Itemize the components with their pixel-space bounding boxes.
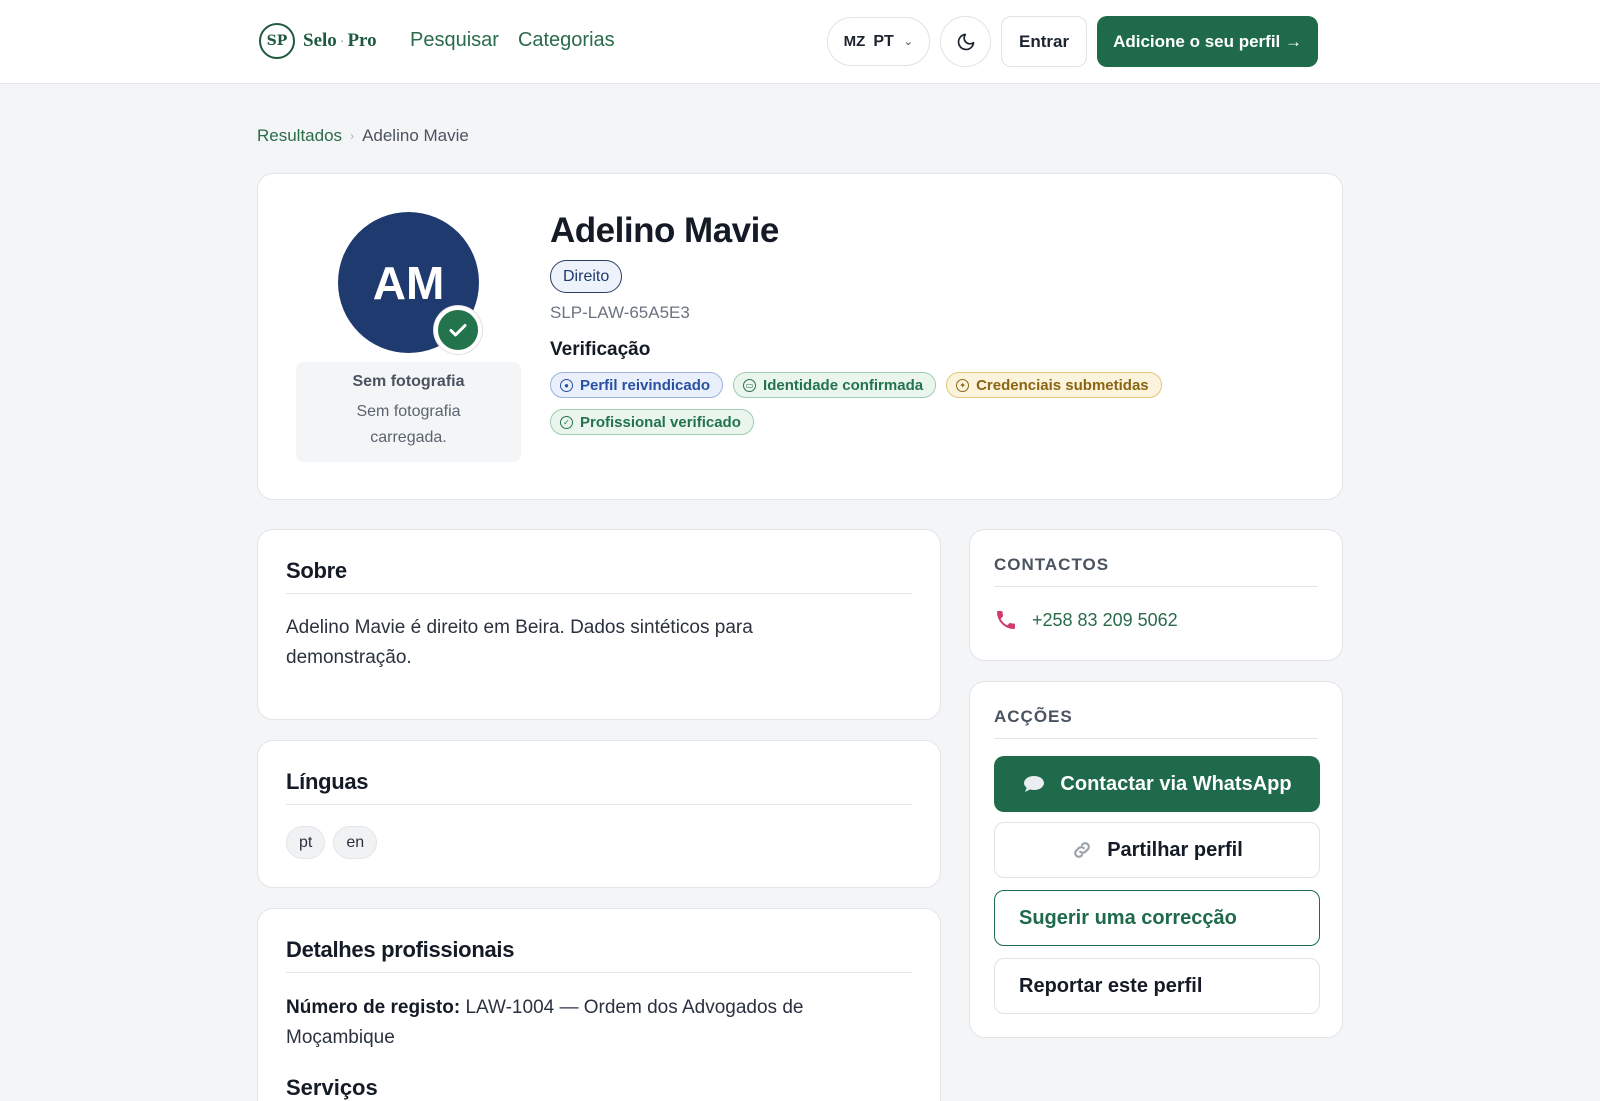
- badge-label: Credenciais submetidas: [976, 376, 1149, 394]
- languages-title: Línguas: [286, 769, 369, 794]
- badge-professional-verified: ✓ Profissional verificado: [550, 409, 754, 435]
- about-card: Sobre Adelino Mavie é direito em Beira. …: [257, 529, 941, 720]
- whatsapp-label: Contactar via WhatsApp: [1060, 772, 1292, 795]
- divider: [286, 593, 912, 594]
- logo-suffix: Pro: [347, 30, 377, 51]
- logo-text: Selo · Pro: [303, 30, 377, 52]
- main-nav: Pesquisar Categorias: [410, 29, 615, 52]
- divider: [286, 804, 912, 805]
- divider: [994, 738, 1318, 739]
- id-card-icon: ▭: [743, 378, 757, 392]
- registration-info: Número de registo: LAW-1004 — Ordem dos …: [286, 993, 846, 1053]
- header-actions: MZ PT ⌄ Entrar Adicione o seu perfil →: [826, 16, 1318, 67]
- language-chips: pt en: [286, 826, 378, 859]
- language-chip: en: [333, 826, 378, 859]
- chat-bubble-icon: [1024, 776, 1045, 792]
- chevron-right-icon: ›: [350, 129, 355, 143]
- languages-card: Línguas pt en: [257, 740, 941, 888]
- breadcrumb-results[interactable]: Resultados: [257, 126, 342, 146]
- verification-title: Verificação: [550, 339, 651, 360]
- report-profile-button[interactable]: Reportar este perfil: [994, 958, 1320, 1014]
- badge-label: Identidade confirmada: [763, 376, 924, 394]
- login-button[interactable]: Entrar: [1001, 16, 1088, 67]
- breadcrumb-current: Adelino Mavie: [362, 126, 469, 145]
- profile-name: Adelino Mavie: [550, 211, 779, 250]
- user-circle-icon: ●: [560, 378, 573, 392]
- share-profile-button[interactable]: Partilhar perfil: [994, 822, 1320, 878]
- top-header: SP Selo · Pro Pesquisar Categorias MZ PT ⌄…: [0, 0, 1600, 84]
- logo-mark: SP: [259, 23, 295, 59]
- share-label: Partilhar perfil: [1107, 838, 1243, 861]
- category-badge[interactable]: Direito: [550, 260, 623, 293]
- badge-profile-claimed: ● Perfil reivindicado: [550, 372, 724, 398]
- whatsapp-button[interactable]: Contactar via WhatsApp: [994, 756, 1320, 812]
- badge-credentials-submitted: ✦ Credenciais submetidas: [946, 372, 1162, 398]
- no-photo-text: Sem fotografia carregada.: [356, 403, 461, 446]
- phone-number: +258 83 209 5062: [1032, 609, 1178, 630]
- country-code: MZ: [843, 33, 866, 50]
- profile-card: AM Sem fotografia Sem fotografia carrega…: [257, 173, 1343, 500]
- logo[interactable]: SP Selo · Pro: [259, 23, 377, 59]
- no-photo-title: Sem fotografia: [352, 373, 465, 390]
- breadcrumb: Resultados › Adelino Mavie: [257, 126, 469, 146]
- contacts-card: CONTACTOS +258 83 209 5062: [969, 529, 1343, 661]
- chevron-down-icon: ⌄: [903, 36, 913, 48]
- registration-label: Número de registo:: [286, 997, 461, 1018]
- language-code: PT: [873, 32, 894, 50]
- badge-label: Profissional verificado: [580, 413, 741, 431]
- about-text: Adelino Mavie é direito em Beira. Dados …: [286, 617, 753, 668]
- logo-separator: ·: [339, 35, 345, 50]
- language-selector[interactable]: MZ PT ⌄: [826, 17, 930, 66]
- services-title: Serviços: [286, 1075, 378, 1100]
- details-card: Detalhes profissionais Número de registo…: [257, 908, 941, 1101]
- phone-icon: [997, 611, 1015, 629]
- moon-icon: [957, 33, 974, 50]
- contacts-title: CONTACTOS: [994, 555, 1110, 574]
- certificate-icon: ✦: [956, 378, 970, 392]
- check-circle-icon: ✓: [560, 415, 573, 429]
- badge-label: Perfil reivindicado: [580, 376, 711, 394]
- verification-badges: ● Perfil reivindicado ▭ Identidade confi…: [550, 372, 1230, 435]
- theme-toggle-button[interactable]: [940, 16, 991, 67]
- badge-identity-confirmed: ▭ Identidade confirmada: [733, 372, 937, 398]
- actions-title: ACÇÕES: [994, 707, 1073, 726]
- nav-search[interactable]: Pesquisar: [410, 29, 499, 52]
- link-icon: [1074, 842, 1091, 858]
- no-photo-box: Sem fotografia Sem fotografia carregada.: [296, 362, 521, 462]
- suggest-correction-button[interactable]: Sugerir uma correcção: [994, 890, 1320, 946]
- divider: [286, 972, 912, 973]
- actions-card: ACÇÕES Contactar via WhatsApp Partilhar …: [969, 681, 1343, 1038]
- details-title: Detalhes profissionais: [286, 937, 515, 962]
- add-profile-button[interactable]: Adicione o seu perfil →: [1097, 16, 1318, 67]
- language-chip: pt: [286, 826, 326, 859]
- nav-categories[interactable]: Categorias: [518, 29, 615, 52]
- about-title: Sobre: [286, 558, 347, 583]
- profile-id: SLP-LAW-65A5E3: [550, 303, 690, 322]
- phone-contact[interactable]: +258 83 209 5062: [994, 608, 1178, 632]
- logo-name: Selo: [303, 30, 337, 51]
- verified-check-icon: [434, 306, 482, 354]
- divider: [994, 586, 1318, 587]
